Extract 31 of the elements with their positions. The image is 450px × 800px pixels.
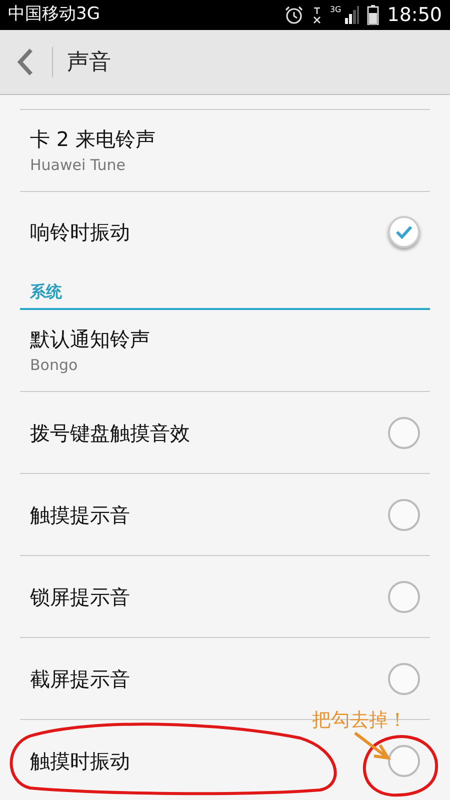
- setting-title: 默认通知铃声: [30, 326, 151, 354]
- setting-row[interactable]: 默认通知铃声 Bongo: [20, 310, 430, 392]
- setting-summary: Bongo: [30, 355, 79, 376]
- setting-title: 卡 2 来电铃声: [30, 126, 156, 154]
- clock-time: 18:50: [387, 2, 442, 28]
- sim-icon: [312, 6, 322, 24]
- setting-title: 锁屏提示音: [30, 584, 130, 610]
- signal-icon: [345, 6, 360, 24]
- back-button[interactable]: [16, 48, 34, 76]
- setting-row[interactable]: 卡 2 来电铃声 Huawei Tune: [20, 110, 430, 192]
- check-icon: [395, 225, 413, 239]
- setting-title: 响铃时振动: [30, 219, 130, 246]
- setting-title: 触摸提示音: [30, 502, 130, 528]
- checkbox[interactable]: [388, 416, 420, 448]
- checkbox[interactable]: [388, 580, 420, 612]
- setting-title: 触摸时振动: [30, 748, 130, 774]
- battery-icon: [367, 5, 380, 25]
- carrier-name: 中国移动3G: [8, 3, 100, 26]
- setting-summary: Huawei Tune: [30, 155, 127, 176]
- setting-title: 拨号键盘触摸音效: [30, 420, 190, 446]
- checkbox[interactable]: [388, 498, 420, 530]
- section-header: 系统: [30, 281, 62, 303]
- checkbox[interactable]: [388, 216, 420, 248]
- alarm-icon: [284, 5, 304, 25]
- setting-title: 截屏提示音: [30, 666, 130, 692]
- checkbox[interactable]: [388, 744, 420, 776]
- network-type: 3G: [330, 6, 342, 14]
- annotation-note: 把勾去掉！: [312, 708, 407, 733]
- checkbox[interactable]: [388, 662, 420, 694]
- screen-title: 声音: [67, 48, 111, 76]
- arrow-annotation: [354, 732, 391, 760]
